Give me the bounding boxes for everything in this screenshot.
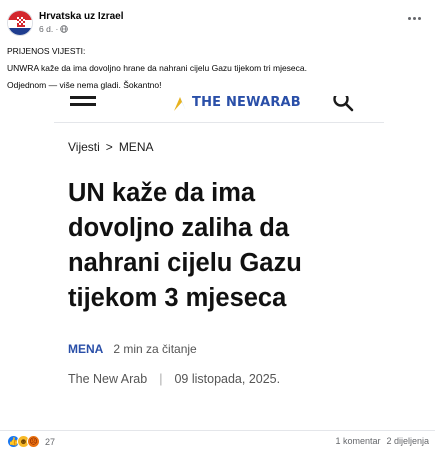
hamburger-menu-icon [70, 96, 96, 110]
post-time[interactable]: 6 d. · [39, 24, 58, 34]
post-footer: 👍 ☻ ☹ 27 1 komentar 2 dijeljenja [0, 430, 435, 450]
globe-icon [60, 25, 69, 33]
breadcrumb-separator: > [105, 140, 113, 154]
post-text-line: UNWRA kaže da ima dovoljno hrane da nahr… [7, 63, 307, 73]
breadcrumb-item: Vijesti [68, 140, 100, 154]
read-time: 2 min za čitanje [113, 342, 197, 356]
breadcrumb: Vijesti > MENA [68, 140, 153, 154]
logo-mark-icon [174, 97, 186, 111]
reactions[interactable]: 👍 ☻ ☹ 27 [7, 435, 55, 448]
article-source: The New Arab | 09 listopada, 2025. [68, 372, 280, 386]
shares-count[interactable]: 2 dijeljenja [386, 436, 429, 446]
angry-reaction-icon: ☹ [27, 435, 40, 448]
more-options-button[interactable] [405, 12, 423, 24]
breadcrumb-item: MENA [118, 140, 154, 154]
page-name[interactable]: Hrvatska uz Izrael [39, 11, 124, 22]
dot-icon [417, 16, 421, 20]
post-header: Hrvatska uz Izrael 6 d. · [0, 0, 435, 40]
page-avatar[interactable] [7, 10, 33, 36]
post-text-line: Odjednom — više nema gladi. Šokantno! [7, 80, 162, 90]
article-screenshot: THE NEWARAB Vijesti > MENA UN kaže da im… [54, 96, 384, 430]
post-text: PRIJENOS VIJESTI: UNWRA kaže da ima dovo… [7, 43, 307, 94]
article-meta: MENA 2 min za čitanje [68, 342, 197, 356]
article-date: 09 listopada, 2025. [174, 372, 281, 386]
comments-count[interactable]: 1 komentar [335, 436, 380, 446]
site-logo-text: THE NEWARAB [192, 96, 301, 110]
article-headline: UN kaže da ima dovoljno zaliha da nahran… [68, 179, 302, 312]
post-text-line: PRIJENOS VIJESTI: [7, 46, 86, 56]
source-name: The New Arab [68, 372, 148, 386]
site-header: THE NEWARAB [54, 96, 384, 123]
source-separator: | [159, 372, 163, 386]
link-preview[interactable]: THE NEWARAB Vijesti > MENA UN kaže da im… [0, 96, 435, 430]
engagement-counts: 1 komentar 2 dijeljenja [335, 436, 429, 446]
reaction-count: 27 [45, 436, 56, 447]
search-icon [333, 96, 354, 112]
dot-icon [412, 16, 416, 20]
post-meta: 6 d. · [39, 24, 69, 34]
dot-icon [407, 16, 411, 20]
flag-avatar-icon [8, 11, 32, 35]
article-category: MENA [68, 342, 104, 356]
site-logo: THE NEWARAB [172, 96, 301, 114]
